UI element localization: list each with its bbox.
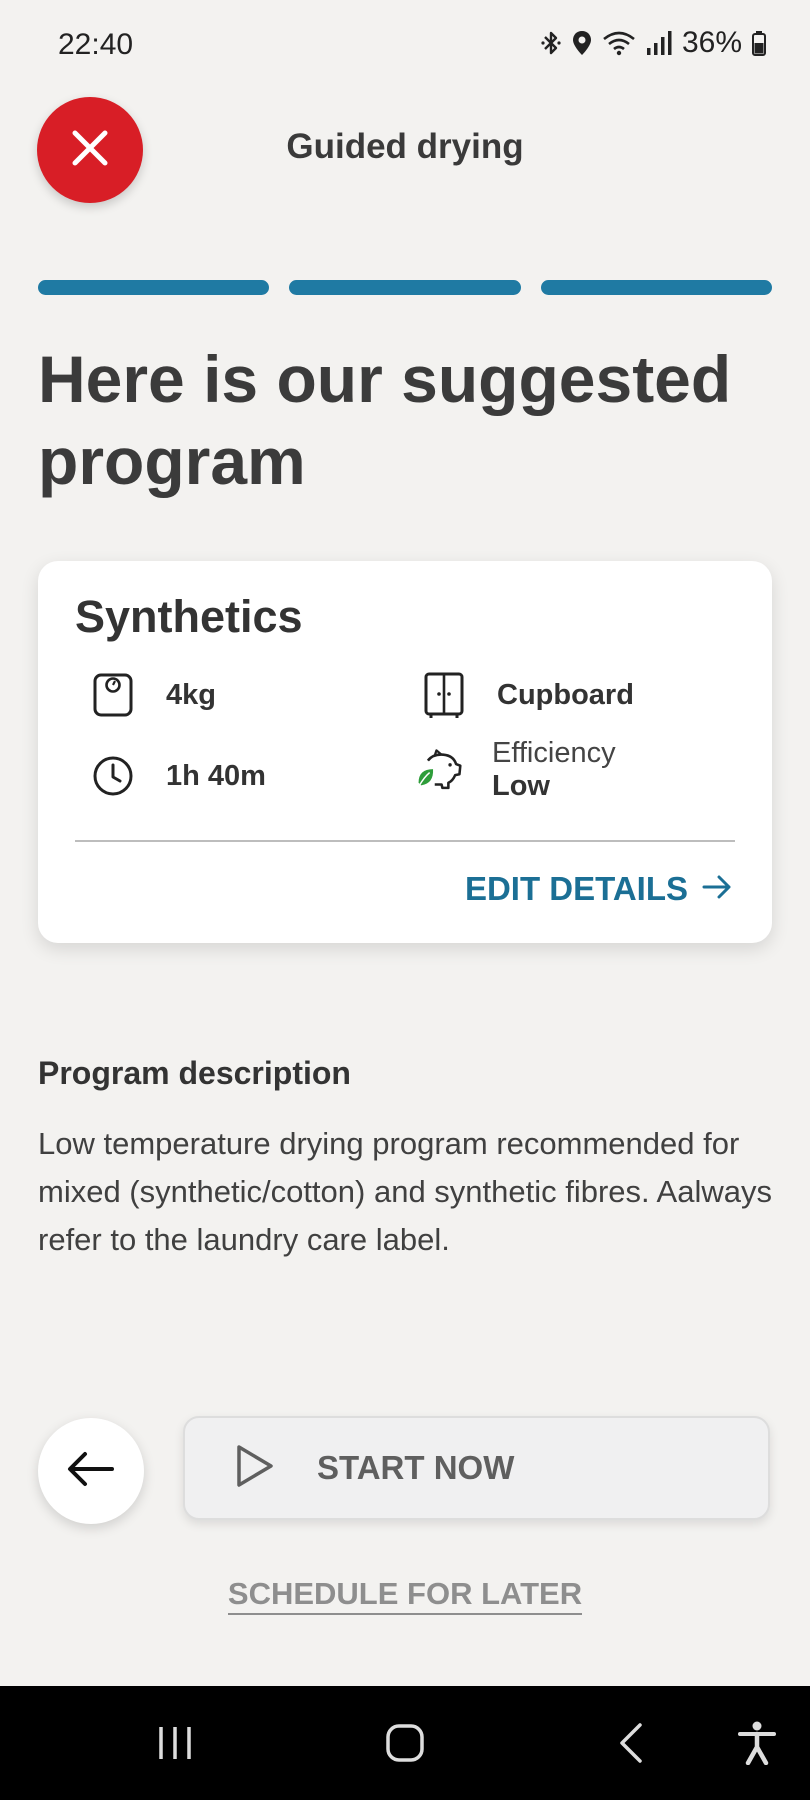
efficiency-label: Efficiency (492, 737, 616, 769)
signal-icon (646, 30, 672, 56)
spec-weight: 4kg (90, 670, 216, 720)
back-icon[interactable] (596, 1686, 666, 1800)
efficiency-value: Low (492, 770, 550, 802)
location-icon (572, 30, 592, 56)
spec-destination: Cupboard (421, 670, 634, 720)
headline: Here is our suggested program (38, 342, 732, 498)
program-card: Synthetics 4kg Cupboard 1h 40m Efficienc… (38, 561, 772, 943)
system-nav-bar (0, 1686, 810, 1800)
status-time: 22:40 (58, 28, 134, 61)
accessibility-icon[interactable] (722, 1686, 792, 1800)
destination-value: Cupboard (497, 678, 634, 711)
status-icons: 36% (540, 26, 766, 60)
spec-efficiency: Efficiency Low (416, 737, 616, 803)
battery-percent: 36% (681, 26, 742, 59)
battery-icon (752, 30, 766, 56)
play-icon (235, 1444, 275, 1493)
back-button[interactable] (38, 1418, 144, 1524)
home-icon[interactable] (370, 1686, 440, 1800)
weight-scale-icon (90, 670, 136, 720)
progress-step-2 (289, 280, 521, 295)
page-title: Guided drying (286, 127, 524, 166)
start-now-button[interactable]: START NOW (183, 1416, 770, 1520)
duration-value: 1h 40m (166, 759, 266, 792)
progress-step-1 (38, 280, 270, 295)
recent-apps-icon[interactable] (140, 1686, 210, 1800)
edit-details-label: EDIT DETAILS (464, 870, 688, 907)
wifi-icon (602, 30, 636, 56)
weight-value: 4kg (166, 678, 216, 711)
edit-details-link[interactable]: EDIT DETAILS (465, 870, 732, 908)
clock-icon (90, 751, 136, 801)
arrow-right-icon (702, 870, 732, 908)
bluetooth-icon (540, 30, 562, 56)
schedule-for-later-link[interactable]: SCHEDULE FOR LATER (0, 1576, 810, 1615)
step-progress (38, 280, 772, 295)
spec-duration: 1h 40m (90, 751, 266, 801)
schedule-for-later-label: SCHEDULE FOR LATER (227, 1576, 583, 1615)
efficiency-text: Efficiency Low (492, 737, 616, 803)
arrow-left-icon (67, 1451, 115, 1492)
progress-step-3 (540, 280, 772, 295)
start-now-label: START NOW (317, 1449, 515, 1486)
cupboard-icon (421, 670, 467, 720)
description-body: Low temperature drying program recommend… (38, 1126, 772, 1257)
description-title: Program description (38, 1055, 351, 1091)
program-name: Synthetics (75, 591, 303, 642)
card-divider (75, 840, 735, 842)
piggy-bank-leaf-icon (416, 745, 462, 795)
status-bar: 22:40 36% (0, 0, 810, 92)
